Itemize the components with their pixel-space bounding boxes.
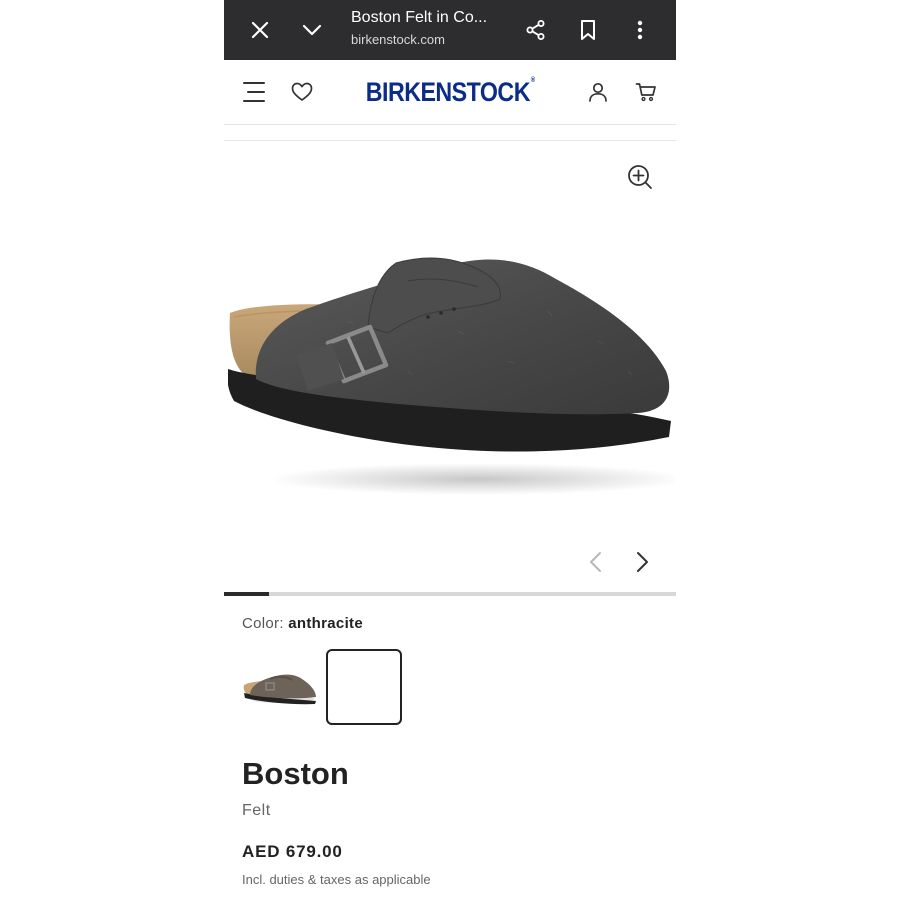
- product-price: AED 679.00: [242, 842, 343, 861]
- zoom-in-icon[interactable]: [626, 163, 656, 193]
- gallery-progress-fill: [224, 592, 270, 596]
- logo-text: BIRKENSTOCK: [365, 76, 531, 107]
- chevron-left-icon[interactable]: [584, 549, 610, 575]
- color-swatch-selected[interactable]: [326, 649, 402, 725]
- chevron-down-icon[interactable]: [296, 14, 328, 46]
- page-url[interactable]: birkenstock.com: [351, 32, 445, 47]
- phone-screen: Boston Felt in Co... birkenstock.com BIR…: [224, 0, 676, 900]
- color-selector-label: Color: anthracite: [242, 615, 363, 632]
- menu-icon[interactable]: [239, 77, 269, 107]
- more-vert-icon[interactable]: [624, 14, 656, 46]
- cart-icon[interactable]: [631, 77, 661, 107]
- color-value: anthracite: [288, 615, 363, 632]
- account-icon[interactable]: [583, 77, 613, 107]
- product-material: Felt: [242, 802, 271, 819]
- page-title[interactable]: Boston Felt in Co...: [351, 9, 487, 27]
- product-image-boston-clog[interactable]: [228, 251, 674, 501]
- product-gallery[interactable]: [224, 141, 676, 592]
- color-swatch-alt[interactable]: [242, 649, 318, 725]
- site-header: BIRKENSTOCK®: [224, 60, 676, 125]
- bookmark-icon[interactable]: [572, 14, 604, 46]
- chevron-right-icon[interactable]: [628, 549, 654, 575]
- product-name: Boston: [242, 756, 349, 791]
- heart-icon[interactable]: [287, 77, 317, 107]
- logo-registered-mark: ®: [530, 76, 535, 84]
- share-icon[interactable]: [520, 14, 552, 46]
- brand-logo[interactable]: BIRKENSTOCK®: [366, 74, 535, 110]
- close-icon[interactable]: [244, 14, 276, 46]
- browser-toolbar: Boston Felt in Co... birkenstock.com: [224, 0, 676, 60]
- gallery-progress-bar: [224, 592, 676, 596]
- color-label: Color:: [242, 615, 284, 632]
- tax-note: Incl. duties & taxes as applicable: [242, 872, 431, 887]
